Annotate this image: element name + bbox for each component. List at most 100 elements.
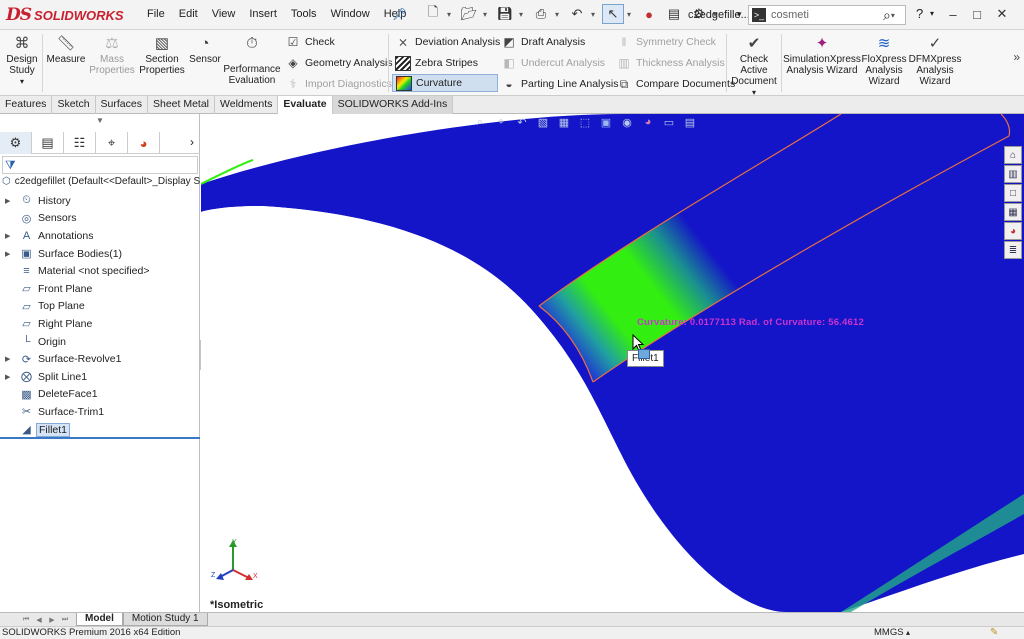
apply-scene-icon[interactable]: ▭ <box>660 114 678 130</box>
tab-motion-study-1[interactable]: Motion Study 1 <box>122 613 208 626</box>
previous-view-icon[interactable]: ↶ <box>513 114 531 130</box>
feature-manager-tab-icon[interactable]: ⚙ <box>0 132 32 154</box>
help-icon[interactable]: ? <box>916 6 923 21</box>
unit-system-dropdown-icon[interactable]: ▴ <box>906 628 910 637</box>
help-dropdown-icon[interactable]: ▾ <box>930 9 934 18</box>
tree-item-surface-revolve1[interactable]: ▶ ⟳ Surface-Revolve1 <box>0 350 200 368</box>
edit-appearance-icon[interactable]: ◕ <box>639 114 657 130</box>
tree-item-surface-trim1[interactable]: ✂ Surface-Trim1 <box>0 403 200 421</box>
dimxpert-manager-tab-icon[interactable]: ⌖ <box>96 132 128 154</box>
search-dropdown-icon[interactable]: ▾ <box>891 11 899 20</box>
hide-show-items-icon[interactable]: ◉ <box>618 114 636 130</box>
expand-arrow-icon[interactable]: ▶ <box>5 355 10 363</box>
check-active-document-button[interactable]: ✔ Check Active Document ▾ <box>730 34 778 98</box>
menu-tools[interactable]: Tools <box>284 8 324 20</box>
curvature-button[interactable]: Curvature <box>392 74 498 92</box>
open-icon[interactable]: 📂︎ <box>458 4 480 24</box>
reference-triad[interactable]: Y X Z <box>211 536 267 592</box>
menu-insert[interactable]: Insert <box>242 8 284 20</box>
select-dropdown-icon[interactable]: ▾ <box>627 10 635 19</box>
tree-item-deleteface1[interactable]: ▩ DeleteFace1 <box>0 386 200 404</box>
new-document-icon[interactable]: 🗋 <box>422 4 444 24</box>
expand-arrow-icon[interactable]: ▶ <box>5 373 10 381</box>
measure-button[interactable]: 📏︎ Measure <box>46 34 86 66</box>
menu-edit[interactable]: Edit <box>172 8 205 20</box>
document-name-dropdown-icon[interactable]: ▾ <box>737 9 742 20</box>
undo-icon[interactable]: ↶ <box>566 4 588 24</box>
select-cursor-icon[interactable]: ↖ <box>602 4 624 24</box>
print-dropdown-icon[interactable]: ▾ <box>555 10 563 19</box>
file-properties-icon[interactable]: ▤ <box>663 4 685 24</box>
import-diagnostics-button[interactable]: ⚕ Import Diagnostics <box>282 75 395 93</box>
tree-item-annotations[interactable]: ▶ A Annotations <box>0 227 200 245</box>
mass-properties-button[interactable]: ⚖ Mass Properties <box>88 34 136 77</box>
open-dropdown-icon[interactable]: ▾ <box>483 10 491 19</box>
sensor-button[interactable]: ◔ Sensor <box>188 34 222 66</box>
rollback-bar[interactable] <box>0 437 200 439</box>
tree-item-split-line1[interactable]: ▶ ⨂ Split Line1 <box>0 368 200 386</box>
next-tab-icon[interactable]: ▶ <box>46 614 58 625</box>
close-icon[interactable]: ✕ <box>991 4 1013 24</box>
tree-item-material-not-specified[interactable]: ≡ Material <not specified> <box>0 262 200 280</box>
section-properties-button[interactable]: ▧ Section Properties <box>138 34 186 77</box>
check-button[interactable]: ☑ Check <box>282 33 338 51</box>
edit-pencil-icon[interactable]: ✎ <box>990 627 998 638</box>
tree-item-history[interactable]: ▶ ⏲ History <box>0 192 200 210</box>
expand-arrow-icon[interactable]: ▶ <box>5 197 10 205</box>
undercut-analysis-button[interactable]: ◧ Undercut Analysis <box>498 54 608 72</box>
tree-item-top-plane[interactable]: ▱ Top Plane <box>0 298 200 316</box>
pin-menu-icon[interactable]: 📌︎ <box>392 7 407 21</box>
solidworks-resources-icon[interactable]: ⌂ <box>1004 146 1022 164</box>
tree-item-origin[interactable]: └ Origin <box>0 333 200 351</box>
compare-documents-button[interactable]: ⧉ Compare Documents <box>613 75 738 93</box>
appearances-icon[interactable]: ◕ <box>1004 222 1022 240</box>
view-settings-icon[interactable]: ▤ <box>681 114 699 130</box>
restore-icon[interactable]: □ <box>966 4 988 24</box>
tab-weldments[interactable]: Weldments <box>215 96 279 114</box>
search-icon[interactable]: ⌕ <box>883 7 891 24</box>
file-explorer-icon[interactable]: □ <box>1004 184 1022 202</box>
new-dropdown-icon[interactable]: ▾ <box>447 10 455 19</box>
zoom-to-area-icon[interactable]: ⌖ <box>492 114 510 130</box>
property-manager-tab-icon[interactable]: ▤ <box>32 132 64 154</box>
design-library-icon[interactable]: ▥ <box>1004 165 1022 183</box>
last-tab-icon[interactable]: ⏭︎ <box>59 614 71 625</box>
menu-file[interactable]: File <box>140 8 172 20</box>
parting-line-analysis-button[interactable]: ◒ Parting Line Analysis <box>498 75 621 93</box>
tab-features[interactable]: Features <box>0 96 53 114</box>
deviation-analysis-button[interactable]: ⨯ Deviation Analysis <box>392 33 503 51</box>
tree-filter[interactable]: ⧩ <box>2 156 198 174</box>
tree-item-right-plane[interactable]: ▱ Right Plane <box>0 315 200 333</box>
menu-view[interactable]: View <box>205 8 243 20</box>
view-orientation-icon[interactable]: ⬚ <box>576 114 594 130</box>
tab-evaluate[interactable]: Evaluate <box>278 96 333 114</box>
dynamic-annotation-icon[interactable]: ▦ <box>555 114 573 130</box>
tree-root[interactable]: ⬡ c2edgefillet (Default<<Default>_Displa… <box>2 176 200 187</box>
design-study-button[interactable]: ⌘ Design Study ▾ <box>4 34 40 87</box>
display-style-icon[interactable]: ▣ <box>597 114 615 130</box>
symmetry-check-button[interactable]: ‖ Symmetry Check <box>613 33 719 51</box>
expand-arrow-icon[interactable]: ▶ <box>5 232 10 240</box>
configuration-manager-tab-icon[interactable]: ☷ <box>64 132 96 154</box>
tab-sheet-metal[interactable]: Sheet Metal <box>148 96 216 114</box>
view-palette-icon[interactable]: ▦ <box>1004 203 1022 221</box>
dfmxpress-button[interactable]: ✓ DFMXpress Analysis Wizard <box>908 34 962 88</box>
menu-window[interactable]: Window <box>324 8 377 20</box>
expand-arrow-icon[interactable]: ▶ <box>5 250 10 258</box>
thickness-analysis-button[interactable]: ▥ Thickness Analysis <box>613 54 728 72</box>
tab-sketch[interactable]: Sketch <box>52 96 96 114</box>
zebra-stripes-button[interactable]: Zebra Stripes <box>392 54 481 72</box>
more-tools-chevron-icon[interactable]: » <box>1013 50 1020 64</box>
print-icon[interactable]: ⎙ <box>530 4 552 24</box>
tree-item-surface-bodies-1[interactable]: ▶ ▣ Surface Bodies(1) <box>0 245 200 263</box>
previous-tab-icon[interactable]: ◀ <box>33 614 45 625</box>
floxpress-button[interactable]: ≋ FloXpress Analysis Wizard <box>862 34 907 88</box>
performance-evaluation-button[interactable]: ⏱︎ Performance Evaluation <box>223 34 280 87</box>
solidworks-logo[interactable]: DS SOLIDWORKS <box>6 2 124 28</box>
tree-item-front-plane[interactable]: ▱ Front Plane <box>0 280 200 298</box>
search-input[interactable] <box>771 9 881 21</box>
unit-system[interactable]: MMGS <box>874 627 904 639</box>
search-commands-icon[interactable]: >_ <box>752 8 766 22</box>
design-study-dropdown-icon[interactable]: ▾ <box>20 76 24 87</box>
draft-analysis-button[interactable]: ◩ Draft Analysis <box>498 33 588 51</box>
